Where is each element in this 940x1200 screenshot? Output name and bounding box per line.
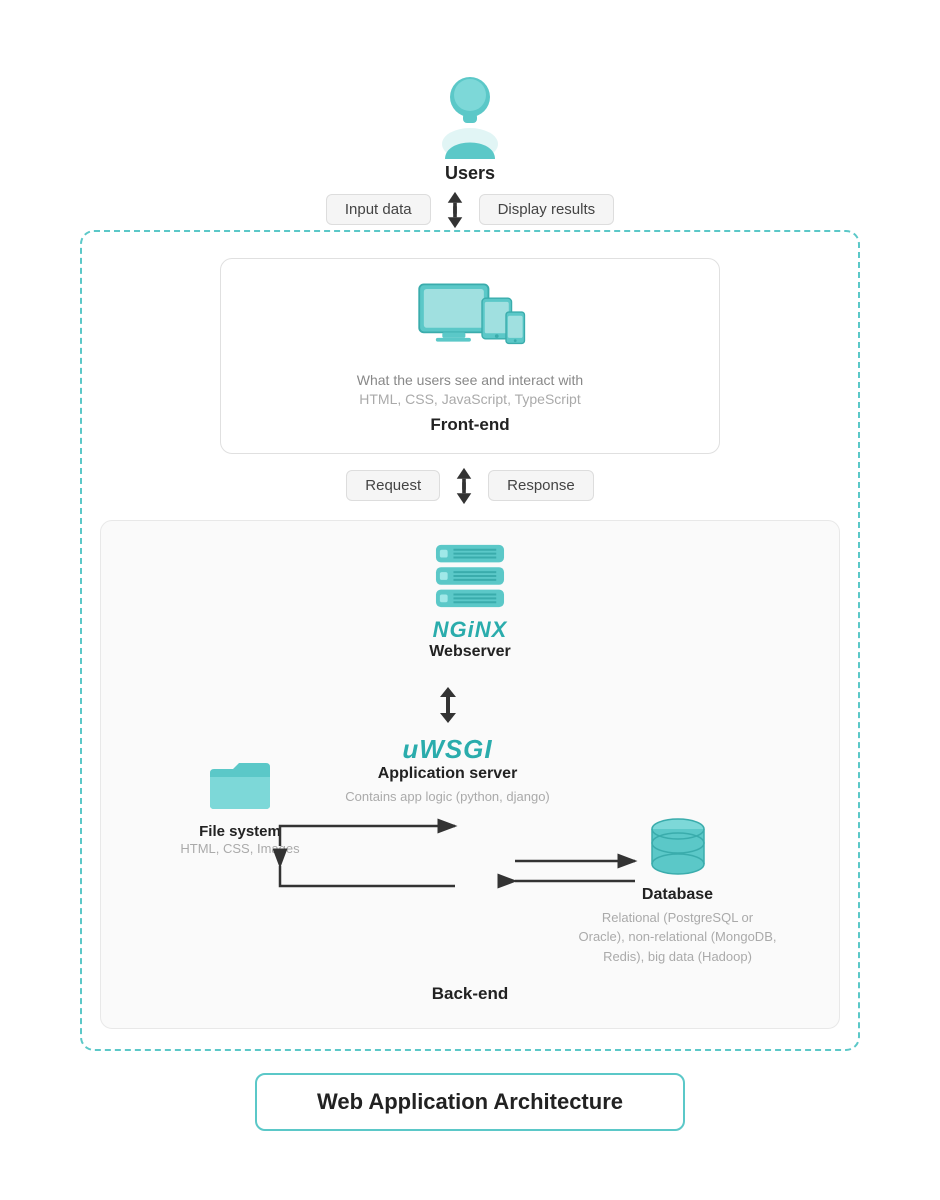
filesystem-col: File system HTML, CSS, Images [163,755,318,858]
nginx-uwsgi-arrows [434,685,462,730]
nginx-brand: NGiNX [433,617,508,643]
req-res-arrows [450,466,478,506]
filesystem-icon [205,755,275,815]
display-results-badge: Display results [479,194,615,225]
footer-label-box: Web Application Architecture [255,1073,685,1131]
req-res-row: Request Response [346,466,593,506]
response-badge: Response [488,470,594,501]
filesystem-label: File system [199,823,281,840]
backend-box: NGiNX Webserver File system HTML, CSS, I… [100,520,840,1030]
outer-dashed-border: What the users see and interact with HTM… [80,230,860,1051]
io-row: Input data Display results [120,190,820,230]
user-section: Users [430,69,510,184]
io-arrows [441,190,469,230]
webserver-label: Webserver [429,643,511,661]
server-icon [425,541,515,611]
database-col: Database Relational (PostgreSQL or Oracl… [578,815,778,967]
nginx-webserver-block: NGiNX Webserver [429,611,511,661]
appserver-desc: Contains app logic (python, django) [345,787,550,807]
database-desc: Relational (PostgreSQL or Oracle), non-r… [578,908,778,967]
user-label: Users [445,163,495,184]
backend-inner-layout: File system HTML, CSS, Images [125,675,815,967]
database-label: Database [642,886,713,904]
request-badge: Request [346,470,440,501]
frontend-box: What the users see and interact with HTM… [220,258,720,454]
filesystem-desc: HTML, CSS, Images [180,840,299,858]
frontend-title: Front-end [430,415,509,435]
diagram-wrapper: Users Input data Display results [40,49,900,1151]
frontend-tech: HTML, CSS, JavaScript, TypeScript [359,391,580,407]
input-data-badge: Input data [326,194,431,225]
backend-title: Back-end [432,984,509,1004]
frontend-devices-icon [410,279,530,359]
database-icon [643,815,713,880]
frontend-desc: What the users see and interact with [357,371,583,391]
footer-label: Web Application Architecture [317,1089,623,1114]
center-col: uWSGI Application server Contains app lo… [318,675,578,807]
uwsgi-block: uWSGI Application server Contains app lo… [345,734,550,807]
user-icon [430,69,510,159]
appserver-label: Application server [378,765,518,783]
uwsgi-brand: uWSGI [402,734,492,765]
